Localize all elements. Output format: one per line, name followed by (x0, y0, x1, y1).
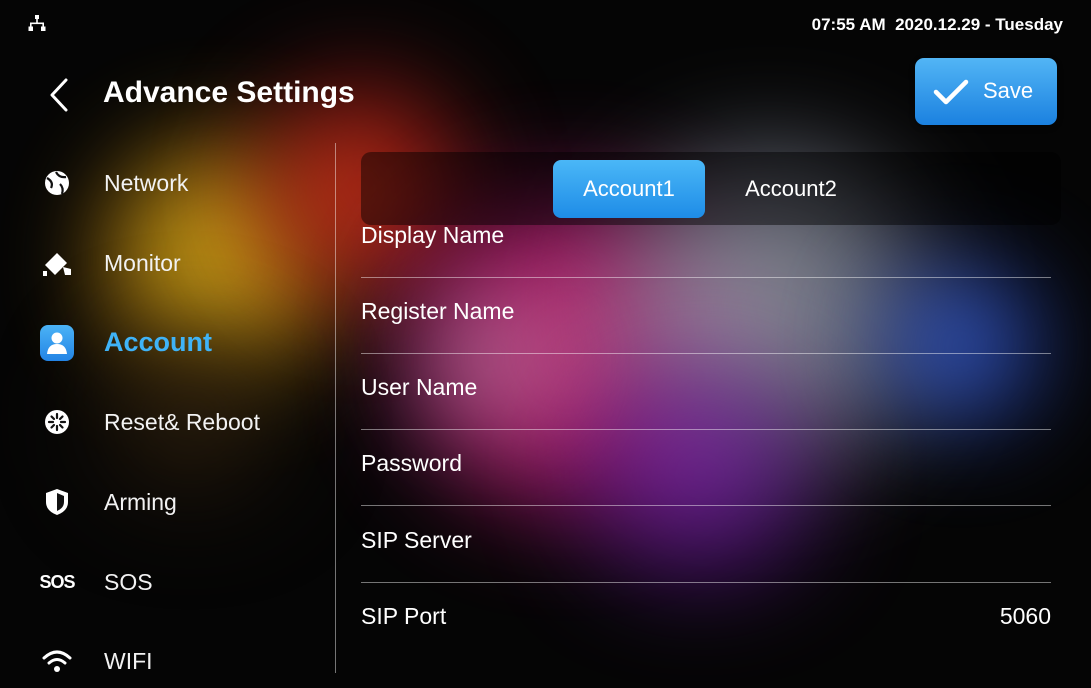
tab-account2[interactable]: Account2 (715, 160, 867, 218)
sos-icon: SOS (39, 571, 76, 592)
shield-icon (40, 485, 74, 519)
sidebar-item-label: WIFI (104, 648, 153, 674)
field-label: Display Name (361, 222, 505, 248)
sidebar-item-account[interactable]: Account (38, 318, 328, 368)
sidebar-item-reset-reboot[interactable]: Reset& Reboot (38, 397, 328, 447)
field-label: Password (361, 450, 462, 476)
field-divider (361, 353, 1051, 354)
page-title: Advance Settings (103, 76, 355, 109)
account-tabs: Account1 Account2 (361, 152, 1061, 225)
sidebar-item-label: SOS (104, 569, 153, 595)
network-status-icon (27, 14, 47, 34)
sidebar-item-monitor[interactable]: Monitor (38, 238, 328, 288)
sidebar-item-label: Network (104, 170, 189, 196)
field-user-name[interactable]: User Name (361, 370, 1051, 430)
field-value: 5060 (999, 603, 1051, 629)
sidebar-divider (335, 143, 336, 673)
sidebar-item-label: Reset& Reboot (104, 409, 260, 435)
save-button-label: Save (983, 78, 1034, 103)
field-sip-port[interactable]: SIP Port 5060 (361, 599, 1051, 659)
save-button[interactable]: Save (915, 58, 1057, 125)
field-label: Register Name (361, 298, 515, 324)
field-divider (361, 277, 1051, 278)
status-clock: 07:55 AM 2020.12.29 - Tuesday (811, 15, 1063, 34)
field-divider (361, 505, 1051, 506)
sidebar-item-label: Arming (104, 489, 177, 515)
field-divider (361, 429, 1051, 430)
field-label: SIP Port (361, 603, 447, 629)
chevron-left-icon[interactable] (46, 76, 74, 114)
sidebar-item-label: Account (104, 327, 212, 357)
network-globe-icon (40, 166, 74, 200)
sidebar-item-label: Monitor (104, 250, 181, 276)
reset-icon (40, 405, 74, 439)
field-password[interactable]: Password (361, 446, 1051, 506)
tab-account1[interactable]: Account1 (553, 160, 705, 218)
field-register-name[interactable]: Register Name (361, 294, 1051, 354)
camera-icon (40, 246, 74, 280)
field-label: SIP Server (361, 527, 472, 553)
sidebar-item-arming[interactable]: Arming (38, 477, 328, 527)
sidebar-item-wifi[interactable]: WIFI (38, 636, 328, 686)
user-icon (40, 325, 74, 361)
field-display-name[interactable]: Display Name (361, 218, 1051, 278)
field-sip-server[interactable]: SIP Server (361, 523, 1051, 583)
field-label: User Name (361, 374, 478, 400)
field-divider (361, 582, 1051, 583)
wifi-icon (40, 644, 74, 678)
sidebar-item-network[interactable]: Network (38, 158, 328, 208)
check-icon (933, 79, 969, 105)
sidebar-item-sos[interactable]: SOS SOS (38, 557, 328, 607)
